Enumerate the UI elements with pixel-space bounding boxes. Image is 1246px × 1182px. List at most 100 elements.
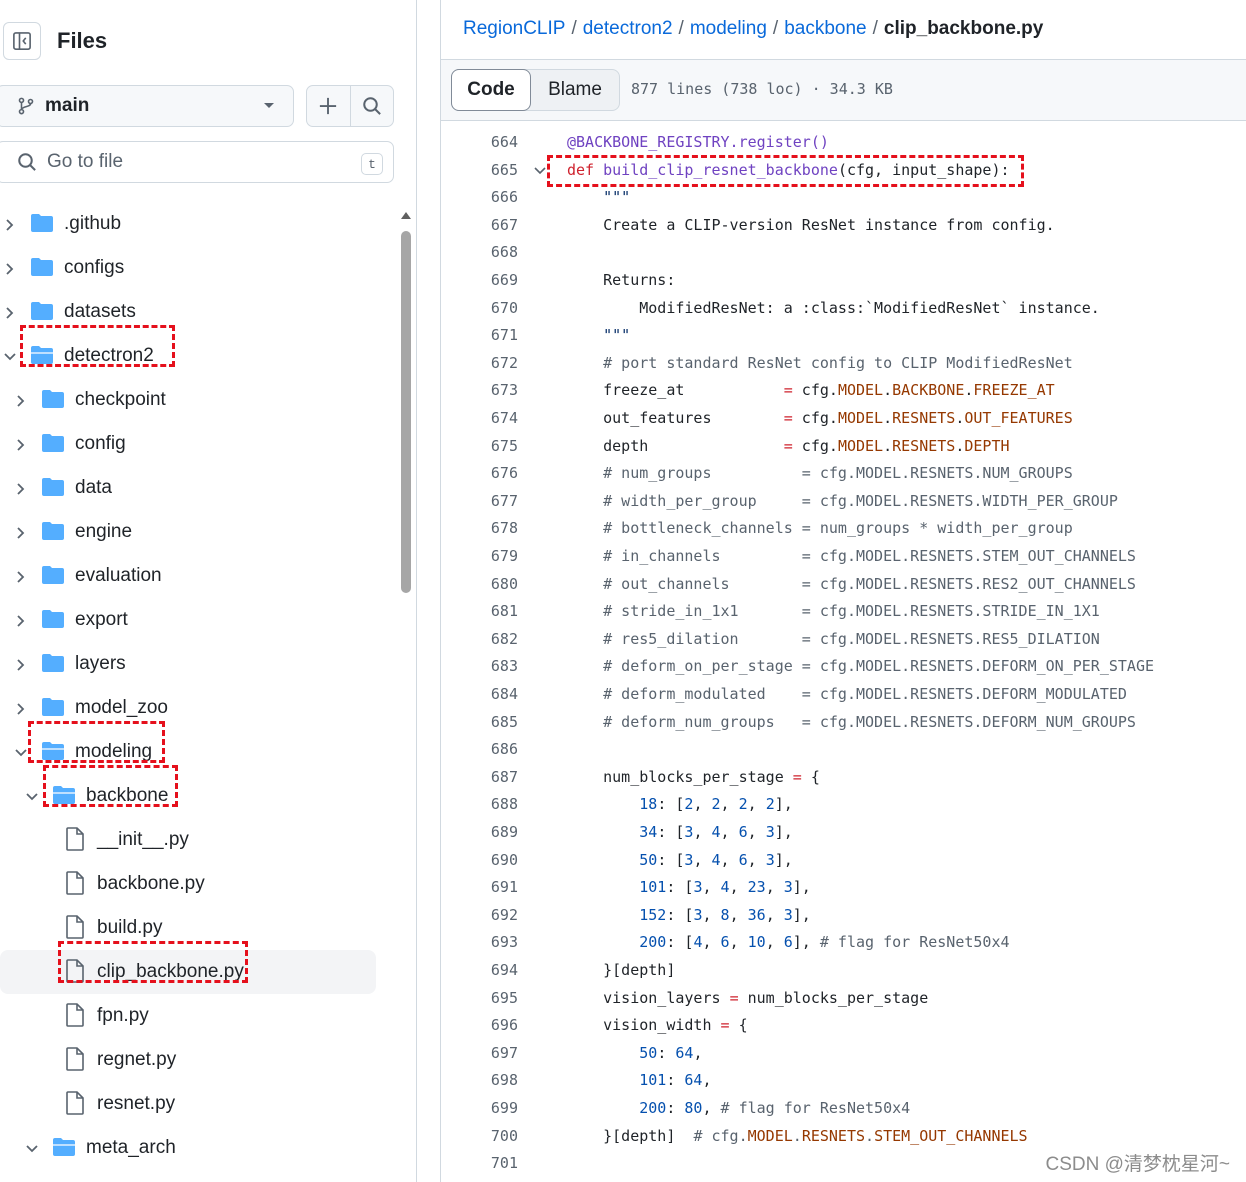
folder-open-icon — [52, 785, 76, 811]
breadcrumb-separator: / — [571, 18, 577, 39]
tree-item-layers[interactable]: layers — [0, 642, 390, 686]
line-number[interactable]: 681 — [471, 598, 518, 625]
line-number[interactable]: 674 — [471, 405, 518, 432]
chevron-right-icon[interactable] — [3, 304, 17, 319]
line-number[interactable]: 686 — [471, 736, 518, 763]
code-line: 666 """ — [441, 184, 1246, 211]
chevron-right-icon[interactable] — [14, 392, 28, 407]
tree-item-build-py[interactable]: build.py — [0, 906, 390, 950]
branch-selector[interactable]: main — [0, 85, 294, 127]
line-number[interactable]: 668 — [471, 239, 518, 266]
breadcrumb-link-backbone[interactable]: backbone — [784, 18, 866, 39]
line-number[interactable]: 700 — [471, 1123, 518, 1150]
chevron-down-icon[interactable] — [25, 788, 39, 802]
line-number[interactable]: 671 — [471, 322, 518, 349]
tab-blame[interactable]: Blame — [531, 70, 619, 110]
line-number[interactable]: 698 — [471, 1067, 518, 1094]
line-number[interactable]: 692 — [471, 902, 518, 929]
line-number[interactable]: 685 — [471, 709, 518, 736]
chevron-right-icon[interactable] — [14, 612, 28, 627]
tree-item-github[interactable]: .github — [0, 202, 390, 246]
tree-item-model-zoo[interactable]: model_zoo — [0, 686, 390, 730]
tree-item-meta-arch[interactable]: meta_arch — [0, 1126, 390, 1170]
code-line: 681 # stride_in_1x1 = cfg.MODEL.RESNETS.… — [441, 598, 1246, 625]
tree-item-evaluation[interactable]: evaluation — [0, 554, 390, 598]
tree-item-modeling[interactable]: modeling — [0, 730, 390, 774]
line-number[interactable]: 684 — [471, 681, 518, 708]
line-number[interactable]: 675 — [471, 433, 518, 460]
scrollbar-thumb[interactable] — [401, 231, 411, 593]
breadcrumb-link-detectron2[interactable]: detectron2 — [583, 18, 673, 39]
chevron-right-icon[interactable] — [14, 700, 28, 715]
chevron-down-icon[interactable] — [14, 744, 28, 758]
line-number[interactable]: 669 — [471, 267, 518, 294]
collapse-sidebar-button[interactable] — [3, 22, 41, 60]
tree-item-backbone[interactable]: backbone — [0, 774, 390, 818]
tree-item-clip-backbone-py[interactable]: clip_backbone.py — [0, 950, 376, 994]
line-number[interactable]: 691 — [471, 874, 518, 901]
tree-item-resnet-py[interactable]: resnet.py — [0, 1082, 390, 1126]
folder-icon — [41, 521, 65, 547]
chevron-right-icon[interactable] — [3, 260, 17, 275]
line-number[interactable]: 693 — [471, 929, 518, 956]
chevron-right-icon[interactable] — [14, 524, 28, 539]
line-number[interactable]: 677 — [471, 488, 518, 515]
code-line: 674 out_features = cfg.MODEL.RESNETS.OUT… — [441, 405, 1246, 432]
line-number[interactable]: 678 — [471, 515, 518, 542]
chevron-right-icon[interactable] — [14, 436, 28, 451]
tree-item-init-py[interactable]: __init__.py — [0, 818, 390, 862]
line-number[interactable]: 694 — [471, 957, 518, 984]
tree-actions — [306, 85, 394, 127]
tree-item-configs[interactable]: configs — [0, 246, 390, 290]
fold-chevron-icon[interactable] — [533, 165, 547, 177]
tree-item-config[interactable]: config — [0, 422, 390, 466]
line-number[interactable]: 701 — [471, 1150, 518, 1177]
line-number[interactable]: 666 — [471, 184, 518, 211]
line-number[interactable]: 680 — [471, 571, 518, 598]
add-file-button[interactable] — [307, 86, 351, 126]
line-number[interactable]: 690 — [471, 847, 518, 874]
tree-item-export[interactable]: export — [0, 598, 390, 642]
chevron-right-icon[interactable] — [14, 656, 28, 671]
code-text: out_features = cfg.MODEL.RESNETS.OUT_FEA… — [567, 409, 1073, 427]
line-number[interactable]: 670 — [471, 295, 518, 322]
line-number[interactable]: 695 — [471, 985, 518, 1012]
tree-item-regnet-py[interactable]: regnet.py — [0, 1038, 390, 1082]
breadcrumb-link-modeling[interactable]: modeling — [690, 18, 767, 39]
tab-code[interactable]: Code — [451, 69, 531, 111]
line-number[interactable]: 673 — [471, 377, 518, 404]
sidebar-scrollbar[interactable] — [399, 205, 413, 1182]
line-number[interactable]: 688 — [471, 791, 518, 818]
line-number[interactable]: 679 — [471, 543, 518, 570]
tree-item-engine[interactable]: engine — [0, 510, 390, 554]
tree-item-data[interactable]: data — [0, 466, 390, 510]
line-number[interactable]: 696 — [471, 1012, 518, 1039]
code-text: # bottleneck_channels = num_groups * wid… — [567, 519, 1073, 538]
chevron-right-icon[interactable] — [14, 568, 28, 583]
tree-item-datasets[interactable]: datasets — [0, 290, 390, 334]
chevron-right-icon[interactable] — [3, 216, 17, 231]
go-to-file-input[interactable]: Go to file t — [0, 141, 394, 183]
line-number[interactable]: 665 — [471, 157, 518, 184]
code-text: vision_layers = num_blocks_per_stage — [567, 988, 929, 1007]
chevron-down-icon[interactable] — [25, 1140, 39, 1154]
chevron-right-icon[interactable] — [14, 480, 28, 495]
line-number[interactable]: 672 — [471, 350, 518, 377]
tree-item-fpn-py[interactable]: fpn.py — [0, 994, 390, 1038]
breadcrumb-link-regionclip[interactable]: RegionCLIP — [463, 18, 565, 39]
chevron-down-icon[interactable] — [3, 348, 17, 362]
code-view: RegionCLIP / detectron2/modeling / backbone /… — [440, 0, 1246, 1182]
line-number[interactable]: 687 — [471, 764, 518, 791]
line-number[interactable]: 667 — [471, 212, 518, 239]
tree-item-checkpoint[interactable]: checkpoint — [0, 378, 390, 422]
line-number[interactable]: 699 — [471, 1095, 518, 1122]
search-button[interactable] — [351, 86, 394, 126]
line-number[interactable]: 682 — [471, 626, 518, 653]
line-number[interactable]: 697 — [471, 1040, 518, 1067]
line-number[interactable]: 664 — [471, 129, 518, 156]
line-number[interactable]: 676 — [471, 460, 518, 487]
tree-item-detectron2[interactable]: detectron2 — [0, 334, 390, 378]
line-number[interactable]: 689 — [471, 819, 518, 846]
line-number[interactable]: 683 — [471, 653, 518, 680]
tree-item-backbone-py[interactable]: backbone.py — [0, 862, 390, 906]
